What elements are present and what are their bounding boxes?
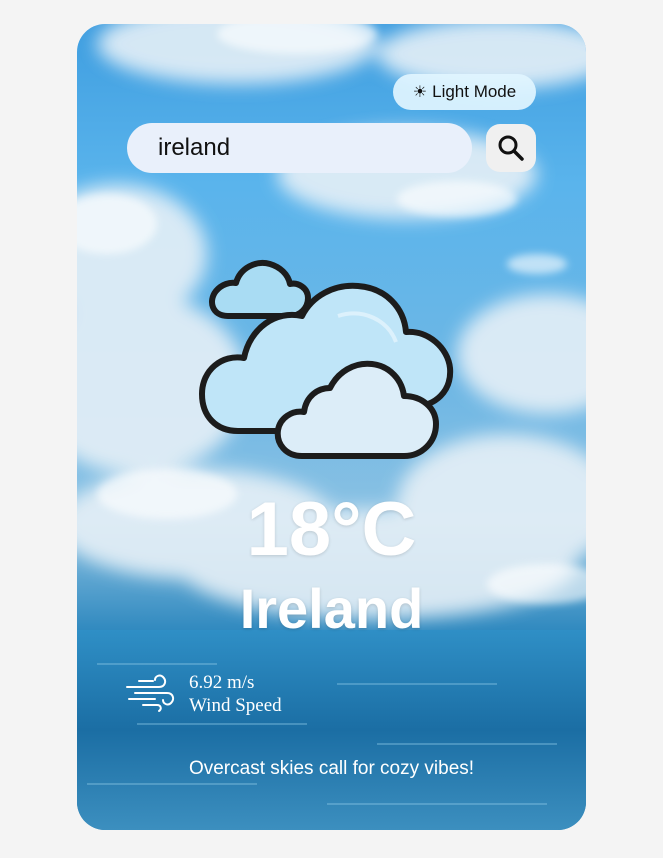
weather-tagline: Overcast skies call for cozy vibes! [188, 758, 475, 779]
city-search-value: ireland [158, 134, 231, 161]
wind-speed-label: Wind Speed [189, 695, 282, 716]
search-button[interactable] [486, 124, 536, 172]
sun-icon: ☀ [412, 84, 428, 101]
light-mode-toggle[interactable]: ☀ Light Mode [393, 74, 536, 110]
cloudy-icon [199, 260, 454, 459]
light-mode-label: Light Mode [432, 82, 517, 101]
temperature: 18°C [246, 487, 417, 572]
search-icon [498, 135, 524, 161]
city-search-input[interactable]: ireland [127, 123, 472, 173]
wind-icon [126, 674, 175, 712]
wind-speed-value: 6.92 m/s [189, 672, 255, 693]
weather-card: ☀ Light Mode ireland 18°C Ireland 6.92 m… [77, 24, 586, 830]
city-name: Ireland [239, 577, 424, 640]
